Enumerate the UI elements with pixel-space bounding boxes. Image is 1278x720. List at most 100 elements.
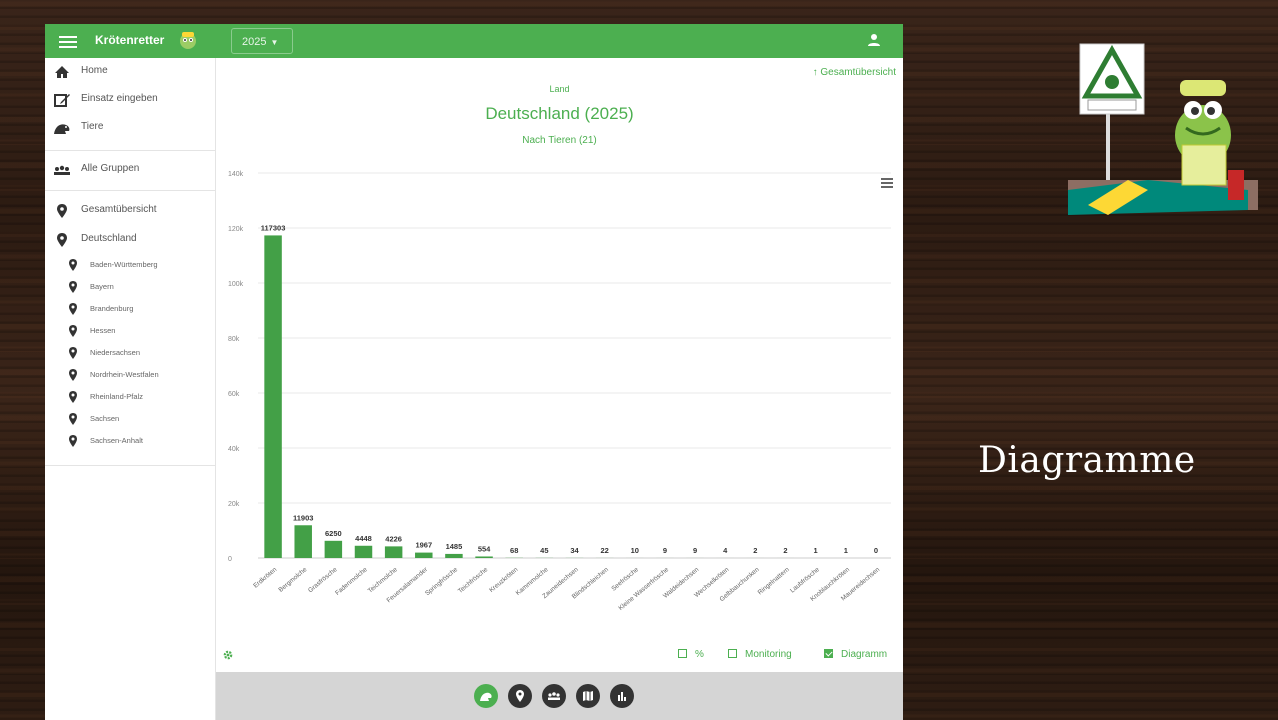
sidebar-item-baden-wuerttemberg[interactable]: Baden-Württemberg: [45, 255, 215, 275]
y-tick-label: 40k: [228, 446, 240, 453]
sidebar-item-tiere[interactable]: Tiere: [45, 116, 215, 140]
x-tick-label: Grasfrösche: [307, 566, 339, 594]
sidebar-item-hessen[interactable]: Hessen: [45, 321, 215, 341]
bar: [415, 552, 433, 558]
location-pin-icon: [69, 347, 77, 359]
diagramm-checkbox-box: [824, 649, 833, 658]
bar: [294, 525, 312, 558]
sidebar-navigation: Home Einsatz eingeben Tiere Alle Gruppen…: [45, 58, 216, 720]
sidebar-item-deutschland[interactable]: Deutschland: [45, 228, 215, 252]
sidebar-item-label: Niedersachsen: [90, 348, 141, 357]
sidebar-divider: [45, 150, 215, 151]
data-label: 9: [663, 546, 667, 555]
monitoring-checkbox-label: Monitoring: [745, 649, 792, 660]
data-label: 22: [600, 546, 608, 555]
year-select[interactable]: 2025 ▼: [231, 28, 293, 54]
app-window: Krötenretter 2025 ▼ Home Einsatz eingeben…: [45, 24, 903, 720]
location-pin-icon: [69, 413, 77, 425]
data-label: 6250: [325, 529, 342, 538]
x-tick-label: Kleine Wasserfrösche: [617, 566, 670, 612]
sidebar-item-label: Brandenburg: [90, 304, 134, 313]
map-view-button[interactable]: [576, 684, 600, 708]
sidebar-divider: [45, 465, 215, 466]
location-pin-icon: [69, 303, 77, 315]
data-label: 1: [814, 546, 818, 555]
locations-view-button[interactable]: [508, 684, 532, 708]
percent-checkbox[interactable]: %: [678, 649, 704, 660]
x-tick-label: Bergmolche: [277, 566, 308, 594]
app-title: Krötenretter: [95, 33, 165, 47]
data-label: 2: [753, 546, 757, 555]
location-pin-icon: [69, 391, 77, 403]
y-tick-label: 100k: [228, 281, 244, 288]
animals-view-button[interactable]: [474, 684, 498, 708]
toad-mascot-icon: [180, 32, 196, 49]
diagramm-checkbox[interactable]: Diagramm: [824, 649, 887, 660]
sidebar-item-nordrhein-westfalen[interactable]: Nordrhein-Westfalen: [45, 365, 215, 385]
data-label: 4: [723, 546, 728, 555]
y-tick-label: 0: [228, 556, 232, 563]
sidebar-item-label: Bayern: [90, 282, 114, 291]
data-label: 4226: [385, 534, 402, 543]
bar: [264, 235, 282, 558]
year-select-value: 2025: [242, 36, 267, 48]
statistics-view-button[interactable]: [610, 684, 634, 708]
location-pin-icon: [57, 233, 67, 247]
x-tick-label: Ringelnattern: [757, 566, 791, 596]
bar-chart-icon: [618, 692, 626, 701]
x-tick-label: Fadenmolche: [334, 566, 369, 597]
y-tick-label: 140k: [228, 171, 244, 178]
bar: [384, 546, 403, 558]
bar: [445, 553, 463, 558]
sidebar-item-home[interactable]: Home: [45, 60, 215, 84]
user-account-icon[interactable]: [867, 33, 881, 47]
sidebar-item-alle-gruppen[interactable]: Alle Gruppen: [45, 158, 215, 182]
location-pin-icon: [69, 325, 77, 337]
groups-icon: [548, 692, 560, 700]
sidebar-item-label: Einsatz eingeben: [81, 93, 158, 104]
location-pin-icon: [69, 259, 77, 271]
sidebar-item-label: Nordrhein-Westfalen: [90, 370, 159, 379]
data-label: 2: [783, 546, 787, 555]
percent-checkbox-label: %: [695, 649, 704, 660]
map-icon: [583, 691, 593, 701]
x-tick-label: Kreuzkröten: [488, 566, 520, 594]
monitoring-checkbox[interactable]: Monitoring: [728, 649, 792, 660]
data-label: 1485: [446, 542, 463, 551]
sidebar-item-sachsen-anhalt[interactable]: Sachsen-Anhalt: [45, 431, 215, 451]
monitoring-checkbox-box: [728, 649, 737, 658]
data-label: 45: [540, 546, 548, 555]
bar: [475, 556, 493, 558]
location-pin-icon: [57, 204, 67, 218]
sidebar-item-rheinland-pfalz[interactable]: Rheinland-Pfalz: [45, 387, 215, 407]
frog-icon: [54, 124, 70, 134]
sidebar-item-gesamtuebersicht[interactable]: Gesamtübersicht: [45, 199, 215, 223]
sidebar-item-einsatz-eingeben[interactable]: Einsatz eingeben: [45, 88, 215, 112]
data-label: 34: [570, 546, 579, 555]
bar-chart: 0 20k 40k 60k 80k 100k 120k 140k 117303 Erdkröten…: [228, 171, 891, 612]
data-label: 1: [844, 546, 848, 555]
sidebar-item-label: Deutschland: [81, 233, 137, 244]
sidebar-item-brandenburg[interactable]: Brandenburg: [45, 299, 215, 319]
bar: [324, 540, 343, 558]
groups-view-button[interactable]: [542, 684, 566, 708]
sidebar-divider: [45, 190, 215, 191]
sidebar-item-label: Hessen: [90, 326, 116, 335]
percent-checkbox-box: [678, 649, 687, 658]
sidebar-item-bayern[interactable]: Bayern: [45, 277, 215, 297]
x-tick-label: Erdkröten: [252, 566, 278, 590]
hamburger-menu-icon[interactable]: [59, 33, 77, 49]
sidebar-item-label: Rheinland-Pfalz: [90, 392, 143, 401]
chart-options: % Monitoring Diagramm: [216, 644, 903, 670]
edit-icon: [54, 94, 70, 107]
data-label: 9: [693, 546, 697, 555]
gear-icon[interactable]: [222, 649, 234, 661]
sidebar-item-sachsen[interactable]: Sachsen: [45, 409, 215, 429]
sidebar-item-niedersachsen[interactable]: Niedersachsen: [45, 343, 215, 363]
y-tick-label: 80k: [228, 336, 240, 343]
data-label: 68: [510, 546, 518, 555]
bar: [354, 545, 373, 558]
x-tick-label: Springfrösche: [424, 566, 460, 597]
y-tick-label: 120k: [228, 226, 244, 233]
location-pin-icon: [69, 435, 77, 447]
